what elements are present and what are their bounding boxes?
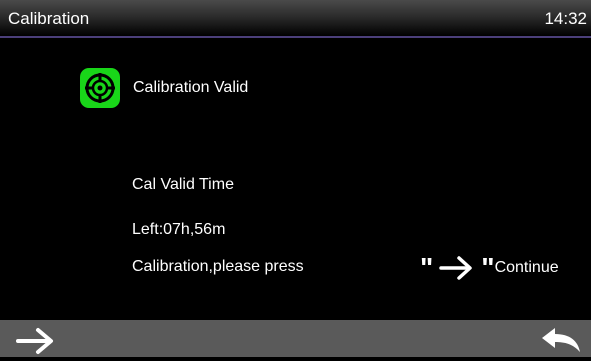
next-button[interactable] <box>14 326 58 356</box>
calibration-target-icon <box>80 68 120 108</box>
window-title: Calibration <box>8 9 90 28</box>
continue-hint: " " Continue <box>420 245 559 291</box>
close-quote: " <box>481 252 495 283</box>
bottom-bar <box>0 320 591 357</box>
instruction-text: Calibration,please press <box>132 258 304 275</box>
clock: 14:32 <box>544 9 587 28</box>
back-button[interactable] <box>539 323 583 355</box>
right-arrow-icon <box>16 328 53 354</box>
remaining-time: Left:07h,56m <box>132 221 226 238</box>
valid-time-label: Cal Valid Time <box>132 176 234 193</box>
main-content: Calibration Valid Cal Valid Time Left:07… <box>0 38 591 320</box>
status-text: Calibration Valid <box>133 79 249 96</box>
calibration-status: Calibration Valid <box>80 68 248 108</box>
right-arrow-icon <box>439 255 475 281</box>
continue-label: Continue <box>494 259 559 276</box>
open-quote: " <box>420 252 434 283</box>
back-arrow-icon <box>542 328 580 352</box>
title-bar: Calibration 14:32 <box>0 0 591 38</box>
